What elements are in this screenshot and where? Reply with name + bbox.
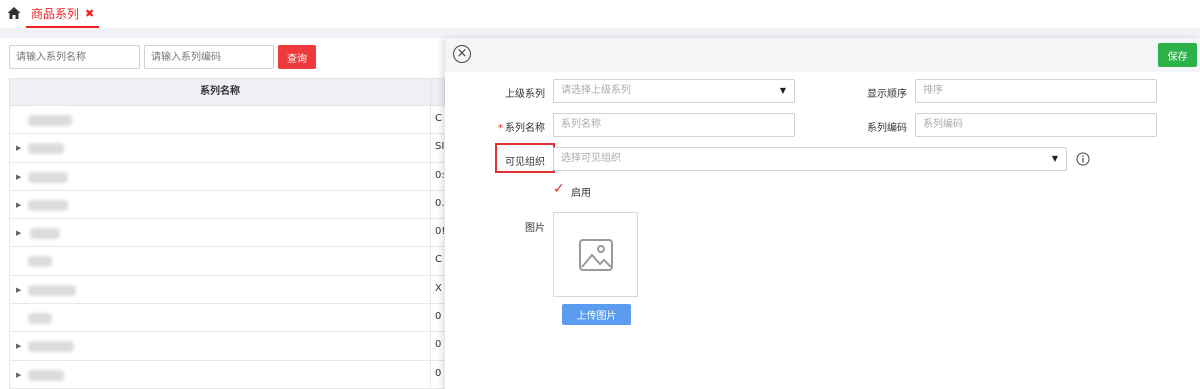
redacted-series-name bbox=[28, 313, 52, 325]
series-code-cell: 0 bbox=[435, 339, 442, 351]
table-row[interactable]: ▶ SI bbox=[9, 134, 445, 163]
enabled-checkbox[interactable]: ✓ bbox=[553, 181, 565, 197]
series-code-cell: X bbox=[435, 282, 442, 294]
expand-caret-icon[interactable]: ▶ bbox=[16, 144, 21, 152]
redacted-series-name bbox=[28, 115, 72, 126]
image-placeholder-icon bbox=[579, 239, 613, 271]
display-order-label: 显示顺序 bbox=[867, 89, 907, 100]
redacted-series-name bbox=[28, 199, 68, 211]
expand-caret-icon[interactable]: ▶ bbox=[16, 371, 21, 379]
column-divider bbox=[430, 190, 431, 219]
save-button[interactable]: 保存 bbox=[1158, 43, 1197, 67]
table-row[interactable]: ▶ X bbox=[9, 275, 445, 305]
expand-caret-icon[interactable]: ▶ bbox=[16, 201, 21, 209]
series-name-label: * 系列名称 bbox=[485, 119, 545, 134]
series-code-label: 系列编码 bbox=[867, 123, 907, 134]
image-preview[interactable] bbox=[553, 212, 638, 297]
series-name-placeholder: 系列名称 bbox=[561, 119, 601, 130]
dropdown-arrow-icon: ▼ bbox=[779, 86, 786, 95]
column-divider bbox=[430, 162, 431, 190]
series-form-panel: × 保存 上级系列 请选择上级系列 ▼ 显示顺序 排序 * 系列名称 系列名称 系… bbox=[445, 38, 1200, 389]
column-divider bbox=[430, 247, 431, 275]
expand-caret-icon[interactable]: ▶ bbox=[16, 173, 21, 181]
table-row[interactable]: ▶ 0: bbox=[9, 162, 445, 191]
form-toolbar: × 保存 bbox=[445, 38, 1200, 72]
series-table: 系列名称 C ▶ SI ▶ 0: ▶ 0. ▶ 0! C ▶ X 0 ▶ 0 ▶ 0 bbox=[9, 78, 445, 389]
expand-caret-icon[interactable]: ▶ bbox=[16, 286, 21, 294]
redacted-series-name bbox=[28, 369, 64, 381]
column-divider bbox=[430, 106, 431, 134]
series-code-cell: 0: bbox=[435, 169, 445, 181]
search-name-input[interactable] bbox=[9, 45, 140, 69]
column-divider bbox=[430, 219, 431, 247]
dropdown-arrow-icon: ▼ bbox=[1051, 154, 1058, 163]
redacted-series-name bbox=[28, 341, 74, 353]
parent-series-select[interactable]: 请选择上级系列 ▼ bbox=[553, 79, 795, 103]
series-code-cell: 0. bbox=[435, 197, 445, 209]
column-divider bbox=[430, 304, 431, 332]
table-row[interactable]: ▶ 0 bbox=[9, 360, 445, 389]
display-order-placeholder: 排序 bbox=[923, 85, 943, 96]
series-code-cell: C bbox=[435, 254, 442, 266]
parent-series-placeholder: 请选择上级系列 bbox=[561, 85, 631, 96]
enabled-label: 启用 bbox=[571, 188, 591, 199]
tab-product-series[interactable]: 商品系列 ✖ bbox=[26, 0, 100, 28]
redacted-series-name bbox=[30, 228, 60, 240]
visible-org-select[interactable]: 选择可见组织 ▼ bbox=[553, 147, 1067, 171]
image-label: 图片 bbox=[525, 223, 545, 234]
redacted-series-name bbox=[28, 256, 52, 268]
required-mark: * bbox=[498, 123, 503, 134]
series-name-label-text: 系列名称 bbox=[505, 123, 545, 134]
expand-caret-icon[interactable]: ▶ bbox=[16, 229, 21, 237]
close-icon[interactable]: ✖ bbox=[85, 7, 94, 20]
series-code-cell: 0 bbox=[435, 311, 442, 323]
redacted-series-name bbox=[28, 171, 68, 183]
search-code-input[interactable] bbox=[144, 45, 274, 69]
home-icon[interactable] bbox=[6, 5, 22, 21]
visible-org-label: 可见组织 bbox=[505, 157, 545, 168]
column-header-series-name: 系列名称 bbox=[10, 79, 431, 105]
info-icon[interactable] bbox=[1076, 152, 1090, 166]
series-code-cell: 0! bbox=[435, 226, 446, 238]
series-name-input[interactable]: 系列名称 bbox=[553, 113, 795, 137]
close-circle-icon[interactable]: × bbox=[453, 45, 471, 63]
expand-caret-icon[interactable]: ▶ bbox=[16, 342, 21, 350]
series-code-cell: 0 bbox=[435, 367, 442, 379]
series-code-input[interactable]: 系列编码 bbox=[915, 113, 1157, 137]
series-code-cell: C bbox=[435, 113, 442, 124]
redacted-series-name bbox=[28, 143, 64, 155]
column-divider bbox=[430, 134, 431, 162]
table-row[interactable]: ▶ 0. bbox=[9, 190, 445, 220]
visible-org-placeholder: 选择可见组织 bbox=[561, 153, 621, 164]
series-list-panel: 查询 系列名称 C▶SI▶0:▶0.▶0!C▶X0▶0▶0 bbox=[0, 38, 445, 389]
table-header: 系列名称 bbox=[9, 78, 445, 106]
table-row[interactable]: ▶ 0 bbox=[9, 332, 445, 361]
column-divider bbox=[430, 275, 431, 304]
tab-label: 商品系列 bbox=[31, 6, 80, 21]
series-code-placeholder: 系列编码 bbox=[923, 119, 963, 130]
table-row[interactable]: C bbox=[9, 247, 445, 276]
tab-bar: 商品系列 ✖ bbox=[0, 0, 1200, 28]
redacted-series-name bbox=[28, 284, 76, 296]
table-row[interactable]: 0 bbox=[9, 304, 445, 333]
upload-image-button[interactable]: 上传图片 bbox=[562, 304, 631, 325]
query-button[interactable]: 查询 bbox=[278, 45, 316, 69]
tab-separator bbox=[0, 28, 1200, 38]
table-row[interactable]: ▶ 0! bbox=[9, 219, 446, 248]
column-divider bbox=[430, 360, 431, 388]
series-code-cell: SI bbox=[435, 141, 445, 153]
table-row[interactable]: C bbox=[9, 106, 445, 135]
parent-series-label: 上级系列 bbox=[505, 89, 545, 100]
display-order-input[interactable]: 排序 bbox=[915, 79, 1157, 103]
column-divider bbox=[430, 332, 431, 360]
